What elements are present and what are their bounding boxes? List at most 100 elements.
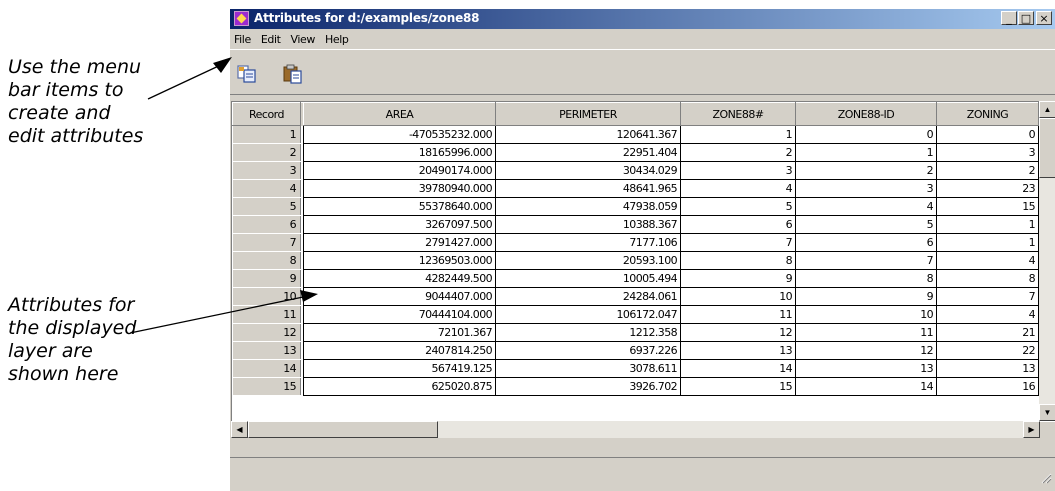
cell-zone88-num[interactable]: 7 [680,233,796,252]
cell-zone88-num[interactable]: 3 [680,161,796,180]
cell-zone88-id[interactable]: 14 [795,377,937,396]
cell-zone88-id[interactable]: 7 [795,251,937,270]
cell-zone88-id[interactable]: 2 [795,161,937,180]
cell-zoning[interactable]: 23 [936,179,1039,198]
cell-perimeter[interactable]: 10005.494 [495,269,681,288]
cell-zoning[interactable]: 2 [936,161,1039,180]
cell-zone88-id[interactable]: 12 [795,341,937,360]
cell-zone88-num[interactable]: 13 [680,341,796,360]
table-row[interactable]: 11 70444104.000 106172.047 11 10 4 [232,305,1039,324]
cell-zoning[interactable]: 8 [936,269,1039,288]
cell-zoning[interactable]: 1 [936,215,1039,234]
cell-zone88-num[interactable]: 12 [680,323,796,342]
cell-zone88-id[interactable]: 4 [795,197,937,216]
cell-zoning[interactable]: 3 [936,143,1039,162]
menu-view[interactable]: View [287,31,322,46]
cell-perimeter[interactable]: 6937.226 [495,341,681,360]
cell-area[interactable]: 70444104.000 [303,305,496,324]
cell-area[interactable]: 12369503.000 [303,251,496,270]
cell-zone88-num[interactable]: 10 [680,287,796,306]
paste-icon[interactable] [282,64,304,84]
cell-zoning[interactable]: 4 [936,305,1039,324]
menu-edit[interactable]: Edit [257,31,287,46]
horizontal-scrollbar[interactable]: ◀ ▶ [231,421,1040,438]
menu-file[interactable]: File [230,31,257,46]
cell-area[interactable]: 18165996.000 [303,143,496,162]
column-header-area[interactable]: AREA [303,102,496,126]
cell-zone88-id[interactable]: 10 [795,305,937,324]
close-button[interactable]: × [1036,11,1052,25]
menu-help[interactable]: Help [321,31,354,46]
cell-zone88-num[interactable]: 14 [680,359,796,378]
cell-perimeter[interactable]: 24284.061 [495,287,681,306]
table-row[interactable]: 5 55378640.000 47938.059 5 4 15 [232,197,1039,216]
table-row[interactable]: 13 2407814.250 6937.226 13 12 22 [232,341,1039,360]
cell-area[interactable]: 2407814.250 [303,341,496,360]
table-row[interactable]: 6 3267097.500 10388.367 6 5 1 [232,215,1039,234]
horizontal-scroll-thumb[interactable] [248,421,438,438]
scroll-down-icon[interactable]: ▼ [1039,404,1055,421]
cell-perimeter[interactable]: 48641.965 [495,179,681,198]
column-header-perimeter[interactable]: PERIMETER [495,102,681,126]
column-header-zone88-num[interactable]: ZONE88# [680,102,796,126]
cell-area[interactable]: 3267097.500 [303,215,496,234]
cell-area[interactable]: -470535232.000 [303,125,496,144]
cell-perimeter[interactable]: 47938.059 [495,197,681,216]
cell-area[interactable]: 9044407.000 [303,287,496,306]
vertical-scrollbar[interactable]: ▲ ▼ [1039,101,1055,421]
cell-perimeter[interactable]: 30434.029 [495,161,681,180]
cell-area[interactable]: 4282449.500 [303,269,496,288]
maximize-button[interactable]: □ [1018,11,1034,25]
vertical-scroll-thumb[interactable] [1039,118,1055,178]
table-row[interactable]: 10 9044407.000 24284.061 10 9 7 [232,287,1039,306]
cell-zone88-num[interactable]: 6 [680,215,796,234]
cell-perimeter[interactable]: 3926.702 [495,377,681,396]
copy-icon[interactable] [236,64,258,84]
cell-zone88-id[interactable]: 9 [795,287,937,306]
cell-zoning[interactable]: 13 [936,359,1039,378]
cell-zoning[interactable]: 7 [936,287,1039,306]
table-row[interactable]: 7 2791427.000 7177.106 7 6 1 [232,233,1039,252]
cell-perimeter[interactable]: 22951.404 [495,143,681,162]
cell-zone88-id[interactable]: 8 [795,269,937,288]
scroll-right-icon[interactable]: ▶ [1023,421,1040,438]
cell-perimeter[interactable]: 3078.611 [495,359,681,378]
cell-zone88-num[interactable]: 11 [680,305,796,324]
scroll-left-icon[interactable]: ◀ [231,421,248,438]
cell-area[interactable]: 39780940.000 [303,179,496,198]
cell-zone88-id[interactable]: 11 [795,323,937,342]
table-row[interactable]: 15 625020.875 3926.702 15 14 16 [232,377,1039,396]
cell-zone88-num[interactable]: 8 [680,251,796,270]
cell-zoning[interactable]: 0 [936,125,1039,144]
cell-zone88-id[interactable]: 6 [795,233,937,252]
cell-zone88-id[interactable]: 3 [795,179,937,198]
cell-zone88-num[interactable]: 1 [680,125,796,144]
cell-zone88-num[interactable]: 2 [680,143,796,162]
scroll-up-icon[interactable]: ▲ [1039,101,1055,118]
cell-area[interactable]: 625020.875 [303,377,496,396]
cell-zone88-id[interactable]: 0 [795,125,937,144]
table-row[interactable]: 9 4282449.500 10005.494 9 8 8 [232,269,1039,288]
cell-perimeter[interactable]: 7177.106 [495,233,681,252]
table-row[interactable]: 8 12369503.000 20593.100 8 7 4 [232,251,1039,270]
table-row[interactable]: 1 -470535232.000 120641.367 1 0 0 [232,125,1039,144]
cell-perimeter[interactable]: 106172.047 [495,305,681,324]
cell-area[interactable]: 567419.125 [303,359,496,378]
cell-perimeter[interactable]: 120641.367 [495,125,681,144]
title-bar[interactable]: Attributes for d:/examples/zone88 _ □ × [230,9,1055,29]
cell-perimeter[interactable]: 20593.100 [495,251,681,270]
cell-zone88-num[interactable]: 4 [680,179,796,198]
table-row[interactable]: 12 72101.367 1212.358 12 11 21 [232,323,1039,342]
column-header-zoning[interactable]: ZONING [936,102,1039,126]
cell-zone88-num[interactable]: 15 [680,377,796,396]
table-row[interactable]: 2 18165996.000 22951.404 2 1 3 [232,143,1039,162]
column-header-record[interactable]: Record [232,102,301,126]
cell-zoning[interactable]: 15 [936,197,1039,216]
table-row[interactable]: 4 39780940.000 48641.965 4 3 23 [232,179,1039,198]
cell-zoning[interactable]: 16 [936,377,1039,396]
cell-zone88-id[interactable]: 5 [795,215,937,234]
minimize-button[interactable]: _ [1001,11,1017,25]
cell-zoning[interactable]: 4 [936,251,1039,270]
cell-perimeter[interactable]: 1212.358 [495,323,681,342]
column-header-zone88-id[interactable]: ZONE88-ID [795,102,937,126]
